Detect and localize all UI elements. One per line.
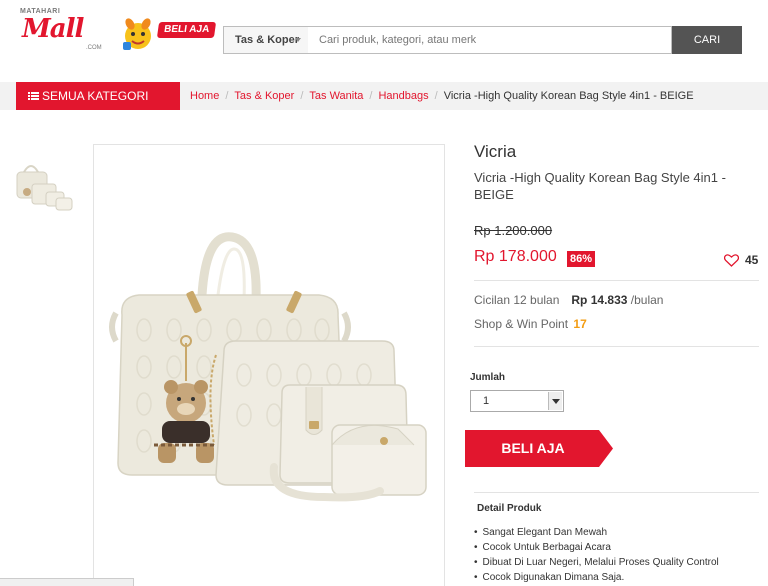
- all-categories-button[interactable]: SEMUA KATEGORI: [16, 82, 180, 110]
- promo-badge[interactable]: BELI AJA: [156, 22, 217, 38]
- product-detail-heading: Detail Produk: [477, 503, 542, 514]
- installment-label: Cicilan 12 bulan: [474, 293, 560, 307]
- list-item: Cocok Untuk Berbagai Acara: [474, 540, 719, 555]
- point-value: 17: [573, 317, 587, 331]
- product-main-image[interactable]: [93, 144, 445, 586]
- logo-com-text: .COM: [86, 45, 102, 51]
- discount-badge: 86%: [567, 251, 596, 267]
- product-brand[interactable]: Vicria: [474, 142, 516, 162]
- quantity-select[interactable]: 1: [470, 390, 564, 412]
- buy-now-button[interactable]: BELI AJA: [465, 430, 613, 467]
- breadcrumb-separator: /: [300, 90, 304, 102]
- divider: [474, 346, 759, 347]
- original-price: Rp 1.200.000: [474, 223, 553, 238]
- breadcrumb-separator: /: [369, 90, 373, 102]
- divider: [474, 492, 759, 493]
- mascot-icon: [118, 14, 158, 54]
- list-item: Dibuat Di Luar Negeri, Melalui Proses Qu…: [474, 555, 719, 570]
- logo-main-text: Mall: [22, 14, 84, 44]
- menu-icon: [28, 92, 39, 101]
- search-category-select[interactable]: Tas & Koper: [223, 26, 309, 54]
- shop-win-point: Shop & Win Point 17: [474, 317, 587, 331]
- site-logo[interactable]: MATAHARI Mall .COM: [20, 8, 102, 56]
- point-label: Shop & Win Point: [474, 317, 569, 331]
- breadcrumb-separator: /: [434, 90, 438, 102]
- breadcrumb-tas-wanita[interactable]: Tas Wanita: [309, 90, 363, 102]
- all-categories-label: SEMUA KATEGORI: [42, 89, 149, 103]
- breadcrumb-tas-koper[interactable]: Tas & Koper: [234, 90, 294, 102]
- breadcrumb-current: Vicria -High Quality Korean Bag Style 4i…: [443, 90, 694, 102]
- product-feature-list: Sangat Elegant Dan Mewah Cocok Untuk Ber…: [474, 525, 719, 585]
- breadcrumb-separator: /: [225, 90, 229, 102]
- product-thumbnail[interactable]: [14, 160, 76, 216]
- installment-amount: Rp 14.833: [571, 293, 628, 307]
- search-button[interactable]: CARI: [672, 26, 742, 54]
- quantity-value: 1: [483, 395, 490, 407]
- wishlist-count: 45: [745, 253, 759, 267]
- product-title: Vicria -High Quality Korean Bag Style 4i…: [474, 170, 726, 202]
- search-input[interactable]: [308, 26, 672, 54]
- buy-now-label: BELI AJA: [501, 440, 565, 456]
- browser-status-bar: [0, 578, 134, 586]
- breadcrumb-home[interactable]: Home: [190, 90, 219, 102]
- search-category-label: Tas & Koper: [235, 34, 299, 46]
- installment-unit: /bulan: [630, 293, 664, 307]
- breadcrumb: Home / Tas & Koper / Tas Wanita / Handbags / Vic…: [190, 82, 694, 110]
- chevron-down-icon: [295, 38, 301, 42]
- quantity-label: Jumlah: [470, 372, 506, 383]
- divider: [474, 280, 759, 281]
- list-item: Sangat Elegant Dan Mewah: [474, 525, 719, 540]
- dropdown-caret-icon[interactable]: [548, 392, 562, 410]
- list-item: Cocok Digunakan Dimana Saja.: [474, 570, 719, 585]
- sale-price: Rp 178.000: [474, 248, 557, 265]
- wishlist-button[interactable]: 45: [724, 252, 758, 268]
- breadcrumb-handbags[interactable]: Handbags: [378, 90, 428, 102]
- installment-info: Cicilan 12 bulan Rp 14.833 /bulan: [474, 293, 663, 307]
- heart-icon: [724, 253, 739, 267]
